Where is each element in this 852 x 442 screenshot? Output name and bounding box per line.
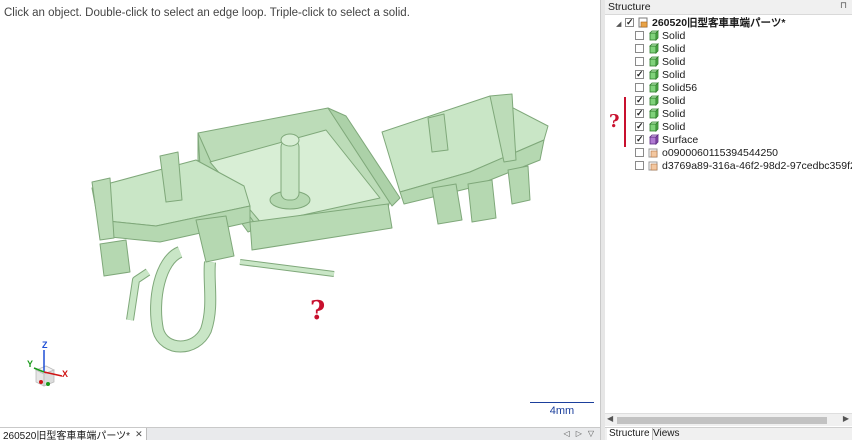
component-icon [648, 161, 658, 171]
solid-icon [649, 82, 659, 93]
checkbox[interactable] [635, 31, 644, 40]
structure-tree[interactable]: ◢ ✓ 260520旧型客車車端パーツ* Solid Solid Solid ✓ Sol… [605, 15, 852, 411]
document-tab[interactable]: 260520旧型客車車端パーツ* ✕ [0, 428, 147, 442]
tree-item-label: Solid [662, 68, 686, 81]
tree-item[interactable]: ✓ Solid [635, 68, 685, 81]
checkbox-checked[interactable]: ✓ [635, 96, 644, 105]
nav-left-icon[interactable]: ◁ [564, 428, 570, 440]
tree-item[interactable]: ✓ Solid [635, 107, 685, 120]
tree-item-label: Solid [662, 94, 686, 107]
annotation-bracket [624, 97, 626, 147]
question-mark-annotation-panel: ? [609, 111, 620, 132]
scroll-left-icon[interactable]: ◀ [607, 414, 613, 423]
tree-item-label: Solid [662, 29, 686, 42]
tab-structure[interactable]: Structure [607, 428, 653, 440]
tree-item[interactable]: Solid [635, 55, 685, 68]
document-nav: ◁ ▷ ▽ [564, 428, 594, 440]
checkbox-checked[interactable]: ✓ [635, 122, 644, 131]
checkbox[interactable] [635, 148, 644, 157]
tree-item[interactable]: ✓ Solid [635, 94, 685, 107]
checkbox[interactable] [635, 161, 644, 170]
nav-right-icon[interactable]: ▷ [576, 428, 582, 440]
document-tab-bar: 260520旧型客車車端パーツ* ✕ ◁ ▷ ▽ [0, 427, 600, 442]
axis-triad: Z Y X [22, 340, 78, 396]
tree-item-label: o0900060115394544250 [662, 146, 779, 159]
tree-item-label: Solid [662, 55, 686, 68]
document-tab-label: 260520旧型客車車端パーツ* [3, 430, 131, 442]
tree-item[interactable]: Solid56 [635, 81, 697, 94]
close-icon[interactable]: ✕ [135, 429, 143, 440]
solid-icon [649, 43, 659, 54]
document-icon [638, 17, 648, 28]
question-mark-annotation: ? [310, 296, 326, 326]
tree-item-label: Solid [662, 42, 686, 55]
checkbox-checked[interactable]: ✓ [635, 135, 644, 144]
tree-item-label: Solid [662, 120, 686, 133]
tree-item[interactable]: ✓ Solid [635, 120, 685, 133]
panel-tabs: Structure Views [605, 427, 852, 440]
surface-icon [649, 134, 659, 145]
component-icon [648, 148, 658, 158]
solid-icon [649, 56, 659, 67]
scroll-right-icon[interactable]: ▶ [843, 414, 849, 423]
scale-bar: 4mm [530, 402, 594, 418]
checkbox-checked[interactable]: ✓ [635, 70, 644, 79]
axis-z-label: Z [42, 340, 48, 350]
tree-item-label: Solid [662, 107, 686, 120]
solid-icon [649, 69, 659, 80]
pin-icon[interactable]: ⊓ [840, 0, 847, 11]
panel-title: Structure [608, 1, 651, 13]
nav-down-icon[interactable]: ▽ [588, 428, 594, 440]
scale-bar-label: 4mm [549, 405, 575, 417]
axis-x-label: X [62, 369, 69, 379]
tree-item-label: d3769a89-316a-46f2-98d2-97cedbc359f2 - コ [662, 160, 852, 172]
solid-icon [649, 121, 659, 132]
checkbox-checked[interactable]: ✓ [635, 109, 644, 118]
axis-y-label: Y [27, 359, 34, 369]
checkbox[interactable] [635, 83, 644, 92]
scale-bar-line [530, 402, 594, 403]
model-render[interactable] [0, 0, 600, 427]
horizontal-scrollbar[interactable]: ◀ ▶ [605, 413, 852, 426]
checkbox[interactable] [635, 57, 644, 66]
tab-views[interactable]: Views [651, 428, 682, 440]
solid-icon [649, 95, 659, 106]
3d-viewport[interactable]: Click an object. Double-click to select … [0, 0, 600, 427]
checkbox[interactable] [635, 44, 644, 53]
tree-item-label: Surface [662, 133, 699, 146]
tree-item[interactable]: Solid [635, 29, 685, 42]
tree-item[interactable]: d3769a89-316a-46f2-98d2-97cedbc359f2 - コ [635, 159, 852, 172]
structure-panel: Structure ⊓ ◢ ✓ 260520旧型客車車端パーツ* Solid So… [605, 0, 852, 440]
solid-icon [649, 108, 659, 119]
tree-root[interactable]: ✓ 260520旧型客車車端パーツ* [625, 16, 785, 29]
solid-icon [649, 30, 659, 41]
tree-item-label: Solid56 [662, 81, 698, 94]
tree-item[interactable]: Solid [635, 42, 685, 55]
panel-header: Structure ⊓ [605, 0, 852, 15]
checkbox[interactable]: ✓ [625, 18, 634, 27]
collapse-arrow-icon[interactable]: ◢ [616, 20, 621, 28]
tree-item[interactable]: ✓ Surface [635, 133, 698, 146]
scroll-thumb[interactable] [617, 417, 827, 424]
tree-root-label: 260520旧型客車車端パーツ* [652, 17, 786, 29]
